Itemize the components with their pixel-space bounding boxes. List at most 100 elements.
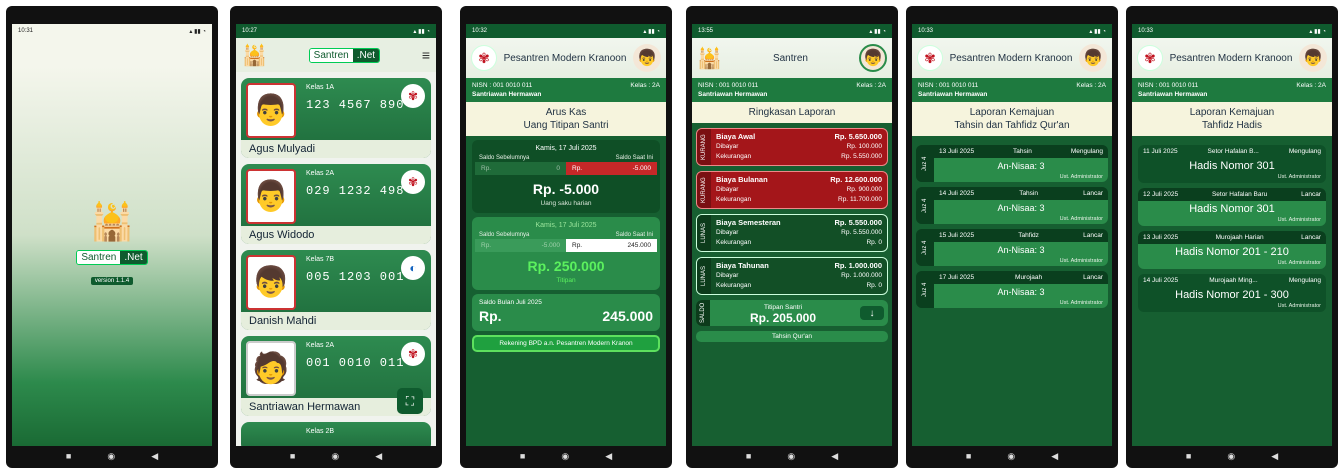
home-button[interactable]: ◉ (1227, 451, 1235, 462)
avatar[interactable]: 👦 (633, 44, 661, 72)
avatar[interactable]: 👦 (859, 44, 887, 72)
hadis-card[interactable]: 13 Juli 2025 Murojaah Harian Lancar Hadis … (1138, 231, 1326, 269)
saldo-card[interactable]: SALDO Titipan Santri Rp. 205.000 ↓ (696, 300, 888, 326)
progress-teacher: Ust. Administrator (934, 300, 1108, 308)
student-card[interactable]: 👨 Kelas 1A 123 4567 890 ✾ Agus Mulyadi (241, 78, 431, 158)
recents-button[interactable]: ■ (66, 451, 71, 461)
fee-card[interactable]: KURANG Biaya Bulanan Rp. 12.600.000 Dibay… (696, 171, 888, 209)
home-button[interactable]: ◉ (1007, 451, 1015, 462)
hadis-date: 13 Juli 2025 (1143, 234, 1179, 241)
app-header: 🕌 Santren .Net ≡ (236, 38, 436, 72)
paid-value: 100.000 (858, 143, 883, 150)
now-balance-rp: Rp. (572, 242, 583, 249)
bank-account-card[interactable]: Rekening BPD a.n. Pesantren Modern Krano… (472, 335, 660, 352)
fee-total-rp: Rp. (834, 261, 847, 270)
kelas-label: Kelas : 2A (1076, 82, 1106, 89)
student-photo: 👨 (246, 83, 296, 138)
fee-total-rp: Rp. (830, 175, 843, 184)
title-line-2: Uang Titipan Santri (523, 120, 609, 131)
prev-balance-label: Saldo Sebelumnya (479, 232, 530, 238)
back-button[interactable]: ◀ (1051, 451, 1058, 462)
fee-card[interactable]: KURANG Biaya Awal Rp. 5.650.000 Dibayar Rp… (696, 128, 888, 166)
brand-name-a: Santren (77, 251, 121, 264)
recents-button[interactable]: ■ (290, 451, 295, 461)
avatar[interactable]: 👦 (1299, 44, 1327, 72)
prev-balance-rp: Rp. (481, 165, 492, 172)
system-nav[interactable]: ■ ◉ ◀ (906, 448, 1118, 464)
scroll-down-icon[interactable]: ↓ (860, 306, 884, 320)
fee-card[interactable]: LUNAS Biaya Semesteran Rp. 5.550.000 Diba… (696, 214, 888, 252)
student-card[interactable]: 🧑 Kelas 2A 001 0010 011 ✾ Santriawan Her… (241, 336, 431, 416)
home-button[interactable]: ◉ (787, 451, 795, 462)
system-nav[interactable]: ■ ◉ ◀ (460, 448, 672, 464)
hadis-card[interactable]: 12 Juli 2025 Setor Hafalan Baru Lancar Had… (1138, 188, 1326, 226)
balance-row: Rp. -5.000 Rp. 245.000 (475, 239, 657, 252)
back-button[interactable]: ◀ (831, 451, 838, 462)
recents-button[interactable]: ■ (520, 451, 525, 461)
avatar[interactable]: 👦 (1079, 44, 1107, 72)
system-nav[interactable]: ■ ◉ ◀ (1126, 448, 1338, 464)
now-balance-label: Saldo Saat Ini (615, 155, 653, 161)
progress-card[interactable]: Juz 4 17 Juli 2025 Murojaah Lancar An-Nisa… (916, 271, 1108, 308)
status-bar: 10:27 ▴ ▮▮ ◔ (236, 24, 436, 38)
transaction-card[interactable]: Kamis, 17 Juli 2025 Saldo Sebelumnya Sald… (472, 217, 660, 290)
back-button[interactable]: ◀ (1271, 451, 1278, 462)
recents-button[interactable]: ■ (746, 451, 751, 461)
prev-balance-rp: Rp. (481, 242, 492, 249)
student-name: Danish Mahdi (241, 312, 431, 330)
balance-row: Rp. 0 Rp. -5.000 (475, 162, 657, 175)
title-line-1: Arus Kas (545, 107, 587, 118)
menu-icon[interactable]: ≡ (422, 47, 430, 63)
phone-arus-kas: 10:32 ▴ ▮▮ ◔ ✾ Pesantren Modern Kranoon 👦… (460, 6, 672, 468)
home-button[interactable]: ◉ (331, 451, 339, 462)
student-number: 001 0010 011 (306, 356, 405, 370)
back-button[interactable]: ◀ (605, 451, 612, 462)
transaction-card[interactable]: Kamis, 17 Juli 2025 Saldo Sebelumnya Sald… (472, 140, 660, 213)
recents-button[interactable]: ■ (1186, 451, 1191, 461)
back-button[interactable]: ◀ (375, 451, 382, 462)
progress-card[interactable]: Juz 4 13 Juli 2025 Tahsin Mengulang An-Nis… (916, 145, 1108, 182)
student-card[interactable]: Kelas 2B (241, 422, 431, 446)
hadis-card[interactable]: 14 Juli 2025 Murojaah Ming... Mengulang Ha… (1138, 274, 1326, 312)
home-button[interactable]: ◉ (561, 451, 569, 462)
home-button[interactable]: ◉ (107, 451, 115, 462)
student-card[interactable]: 👨 Kelas 2A 029 1232 498 ✾ Agus Widodo (241, 164, 431, 244)
student-kelas: Kelas 1A (306, 84, 335, 91)
mosque-logo-icon: 🕌 (242, 44, 267, 67)
fee-total: 5.550.000 (848, 218, 882, 227)
school-header: ✾ Pesantren Modern Kranoon 👦 (1132, 38, 1332, 78)
fee-name: Biaya Bulanan (716, 175, 768, 184)
fee-total: 5.650.000 (848, 132, 882, 141)
page-title: Arus Kas Uang Titipan Santri (466, 102, 666, 136)
student-name: Santriawan Hermawan (1138, 91, 1208, 98)
hadis-card[interactable]: 11 Juli 2025 Setor Hafalan B... Mengulang … (1138, 145, 1326, 183)
student-info: NISN : 001 0010 011 Kelas : 2A Santriawan… (1132, 78, 1332, 102)
shortfall-rp: Rp. (866, 282, 877, 289)
transaction-amount: Rp. -5.000 (532, 181, 600, 197)
progress-surah: An-Nisaa: 3 (934, 284, 1108, 300)
title-line-1: Laporan Kemajuan (1189, 107, 1275, 118)
hadis-teacher: Ust. Administrator (1277, 260, 1321, 266)
system-nav[interactable]: ■ ◉ ◀ (6, 448, 218, 464)
back-button[interactable]: ◀ (151, 451, 158, 462)
progress-card[interactable]: Juz 4 14 Juli 2025 Tahsin Lancar An-Nisaa:… (916, 187, 1108, 224)
shortfall-label: Kekurangan (716, 153, 752, 160)
scan-fab-icon[interactable]: ⛶ (397, 388, 423, 414)
status-bar: 10:33 ▴ ▮▮ ◔ (912, 24, 1112, 38)
hadis-status: Mengulang (1288, 148, 1321, 155)
shortfall-label: Kekurangan (716, 196, 752, 203)
system-nav[interactable]: ■ ◉ ◀ (686, 448, 898, 464)
school-logo-icon: ✾ (917, 45, 943, 71)
progress-card[interactable]: Juz 4 15 Juli 2025 Tahfidz Lancar An-Nisaa… (916, 229, 1108, 266)
system-nav[interactable]: ■ ◉ ◀ (230, 448, 442, 464)
fee-total: 12.600.000 (844, 175, 882, 184)
transaction-amount: Rp. 250.000 (527, 258, 605, 274)
status-bar: 10:33 ▴ ▮▮ ◔ (1132, 24, 1332, 38)
next-section-card[interactable]: Tahsin Qur'an (696, 331, 888, 342)
recents-button[interactable]: ■ (966, 451, 971, 461)
fee-card[interactable]: LUNAS Biaya Tahunan Rp. 1.000.000 Dibayar… (696, 257, 888, 295)
status-icons: ▴ ▮▮ ◔ (189, 28, 206, 35)
progress-status: Lancar (1083, 232, 1103, 239)
title-line-1: Laporan Kemajuan (969, 107, 1055, 118)
student-card[interactable]: 👦 Kelas 7B 005 1203 001 ◐ Danish Mahdi (241, 250, 431, 330)
